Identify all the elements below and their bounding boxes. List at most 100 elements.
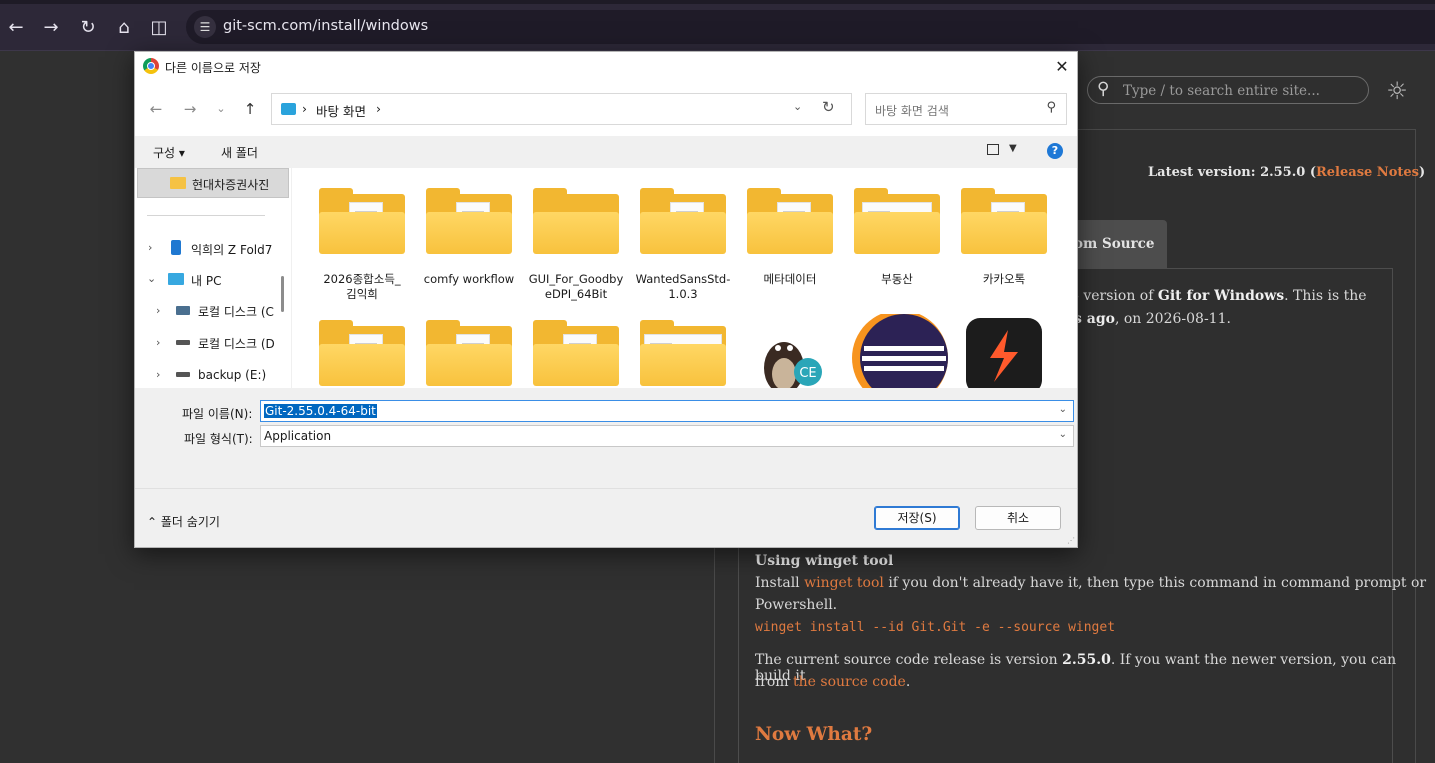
filetype-value: Application [264,429,332,443]
sidebar-item-selected-folder[interactable]: 현대차증권사진 [137,168,289,198]
chevron-down-icon[interactable]: ⌄ [1059,404,1067,415]
app-shortcut-icon[interactable] [964,318,1044,388]
drive-icon [176,340,190,345]
dialog-search-input[interactable]: 바탕 화면 검색 ⚲ [865,93,1067,125]
sidebar-item-drive-c[interactable]: 로컬 디스크 (C [198,303,274,320]
search-icon: ⚲ [1097,79,1110,99]
svg-text:CE: CE [799,366,816,381]
phone-icon [171,240,181,255]
cancel-button[interactable]: 취소 [975,506,1061,530]
intro-line-1: 4 version of Git for Windows. This is th… [1070,288,1367,304]
drive-icon [176,306,190,315]
save-as-dialog: 다른 이름으로 저장 ✕ ← → ⌄ ↑ › 바탕 화면 › ⌄ ↻ 바탕 화면… [134,51,1078,548]
source-line-2: from the source code. [755,674,911,690]
dialog-titlebar[interactable]: 다른 이름으로 저장 ✕ [135,52,1077,82]
dialog-footer: ⌃ 폴더 숨기기 저장(S) 취소 ⋰ [135,488,1077,547]
sidebar-item-drive-e[interactable]: backup (E:) [198,368,266,382]
forward-arrow-icon[interactable]: → [178,98,202,120]
folder-label[interactable]: WantedSansStd- 1.0.3 [633,272,733,302]
folder-icon[interactable] [319,320,405,388]
winget-command: winget install --id Git.Git -e --source … [755,620,1116,635]
breadcrumb-desktop[interactable]: 바탕 화면 [316,101,366,120]
dialog-title: 다른 이름으로 저장 [165,61,261,75]
intro-line-2: s ago, on 2026-08-11. [1074,311,1231,327]
sidebar-item-drive-d[interactable]: 로컬 디스크 (D [198,335,275,352]
latest-version: Latest version: 2.55.0 (Release Notes) [1148,165,1426,180]
chevron-right-icon[interactable]: › [156,304,160,317]
source-code-link[interactable]: the source code [793,674,906,690]
file-list: 2026종합소득_ 김익희 comfy workflow GUI_For_Good… [292,168,1077,388]
back-arrow-icon[interactable]: ← [144,98,168,120]
help-icon[interactable]: ? [1047,143,1063,159]
filename-input[interactable]: Git-2.55.0.4-64-bit ⌄ [260,400,1074,422]
chevron-up-icon: ⌃ [147,515,158,529]
refresh-icon[interactable]: ↻ [822,98,835,116]
split-view-icon[interactable]: ◫ [145,14,173,42]
release-notes-link[interactable]: Release Notes [1316,165,1419,180]
folder-icon[interactable] [426,320,512,388]
folder-icon [170,177,186,189]
command-bar: 구성 ▾ 새 폴더 ▼ ? [135,136,1077,168]
folder-icon[interactable] [533,188,619,256]
sidebar-divider [147,215,265,216]
filename-label: 파일 이름(N): [182,407,253,421]
eclipse-app-icon[interactable] [848,310,948,388]
folder-label[interactable]: 카카오톡 [954,272,1054,287]
organize-button[interactable]: 구성 ▾ [153,144,185,161]
chevron-right-icon[interactable]: › [156,336,160,349]
folder-icon[interactable] [961,188,1047,256]
forward-arrow-icon[interactable]: → [37,14,65,42]
dbeaver-app-icon[interactable]: CE [750,318,830,388]
winget-tool-link[interactable]: winget tool [804,575,884,591]
dialog-nav-row: ← → ⌄ ↑ › 바탕 화면 › ⌄ ↻ 바탕 화면 검색 ⚲ [135,82,1077,136]
close-icon[interactable]: ✕ [1047,52,1077,82]
search-icon: ⚲ [1046,100,1056,115]
new-folder-button[interactable]: 새 폴더 [221,144,258,161]
view-options-icon[interactable] [987,144,999,155]
winget-line-1: Install winget tool if you don't already… [755,575,1427,591]
address-dropdown-icon[interactable]: ⌄ [793,100,802,113]
folder-label[interactable]: 2026종합소득_ 김익희 [312,272,412,302]
home-icon[interactable]: ⌂ [110,14,138,42]
save-button[interactable]: 저장(S) [874,506,960,530]
sidebar-item-this-pc[interactable]: 내 PC [191,272,221,289]
folder-label[interactable]: 부동산 [847,272,947,287]
back-arrow-icon[interactable]: ← [2,14,30,42]
filetype-label: 파일 형식(T): [184,432,253,446]
address-bar[interactable]: ☰ git-scm.com/install/windows [186,10,1435,44]
folder-icon[interactable] [854,188,940,256]
browser-toolbar: ← → ↻ ⌂ ◫ ☰ git-scm.com/install/windows [0,4,1435,51]
dialog-address-bar[interactable]: › 바탕 화면 › ⌄ ↻ [271,93,852,125]
up-arrow-icon[interactable]: ↑ [238,98,262,120]
filetype-select[interactable]: Application ⌄ [260,425,1074,447]
chevron-right-icon[interactable]: › [156,368,160,381]
chevron-down-icon[interactable]: ⌄ [147,272,156,285]
view-dropdown-icon[interactable]: ▼ [1009,143,1017,154]
navigation-pane: 현대차증권사진 › 익희의 Z Fold7 ⌄ 내 PC › 로컬 디스크 (C… [135,168,291,388]
sidebar-item-phone[interactable]: 익희의 Z Fold7 [191,241,272,258]
chevron-right-icon[interactable]: › [148,241,152,254]
folder-icon[interactable] [747,188,833,256]
folder-icon[interactable] [426,188,512,256]
chevron-down-icon[interactable]: ⌄ [1059,429,1067,440]
reload-icon[interactable]: ↻ [74,14,102,42]
desktop-icon [281,103,296,115]
site-settings-icon[interactable]: ☰ [194,16,216,38]
filename-area: 파일 이름(N): Git-2.55.0.4-64-bit ⌄ 파일 형식(T)… [135,388,1077,488]
site-search-input[interactable]: ⚲ Type / to search entire site... [1087,76,1369,104]
drive-icon [176,372,190,377]
folder-icon[interactable] [533,320,619,388]
hide-folders-button[interactable]: ⌃ 폴더 숨기기 [147,513,220,530]
resize-grip-icon[interactable]: ⋰ [1067,536,1075,545]
folder-icon[interactable] [640,320,726,388]
folder-label[interactable]: comfy workflow [419,272,519,287]
theme-toggle-icon[interactable]: ☼ [1383,77,1411,105]
recent-locations-chevron-icon[interactable]: ⌄ [209,98,233,120]
folder-label[interactable]: 메타데이터 [740,272,840,287]
site-search-placeholder: Type / to search entire site... [1123,83,1320,99]
folder-icon[interactable] [319,188,405,256]
winget-line-2: Powershell. [755,597,838,613]
folder-label[interactable]: GUI_For_Goodby eDPI_64Bit [526,272,626,302]
sidebar-scrollbar[interactable] [281,276,284,312]
folder-icon[interactable] [640,188,726,256]
